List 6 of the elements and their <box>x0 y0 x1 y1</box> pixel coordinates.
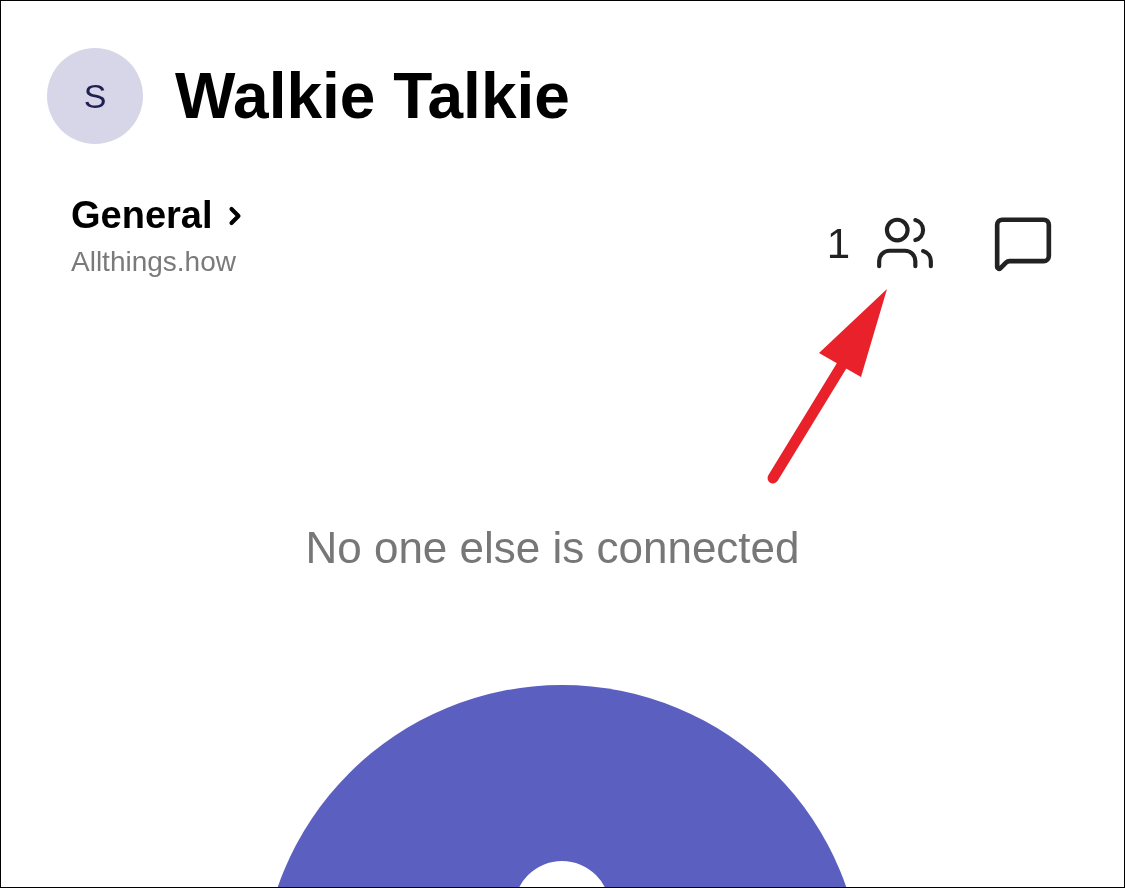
app-title: Walkie Talkie <box>175 64 570 128</box>
participants-button[interactable]: 1 <box>826 211 936 275</box>
status-message: No one else is connected <box>304 521 801 574</box>
channel-subtitle: Allthings.how <box>71 244 237 279</box>
channel-name[interactable]: General <box>71 192 249 240</box>
avatar[interactable]: S <box>47 48 143 144</box>
